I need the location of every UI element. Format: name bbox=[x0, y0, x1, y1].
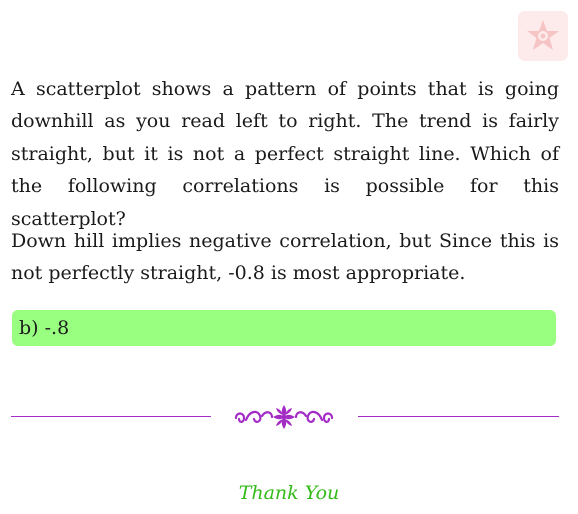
answer-box: b) -.8 bbox=[12, 310, 556, 346]
divider-line-left bbox=[11, 416, 211, 417]
question-text: A scatterplot shows a pattern of points … bbox=[11, 78, 559, 230]
logo-icon bbox=[518, 11, 568, 61]
ornamental-divider bbox=[11, 396, 559, 438]
star-flower-logo-icon bbox=[527, 20, 559, 50]
answer-text: b) -.8 bbox=[19, 317, 70, 339]
floral-ornament-icon bbox=[232, 402, 336, 436]
divider-line-right bbox=[358, 416, 559, 417]
closing-text: Thank You bbox=[238, 482, 340, 504]
explanation-text: Down hill implies negative correlation, … bbox=[11, 230, 559, 285]
